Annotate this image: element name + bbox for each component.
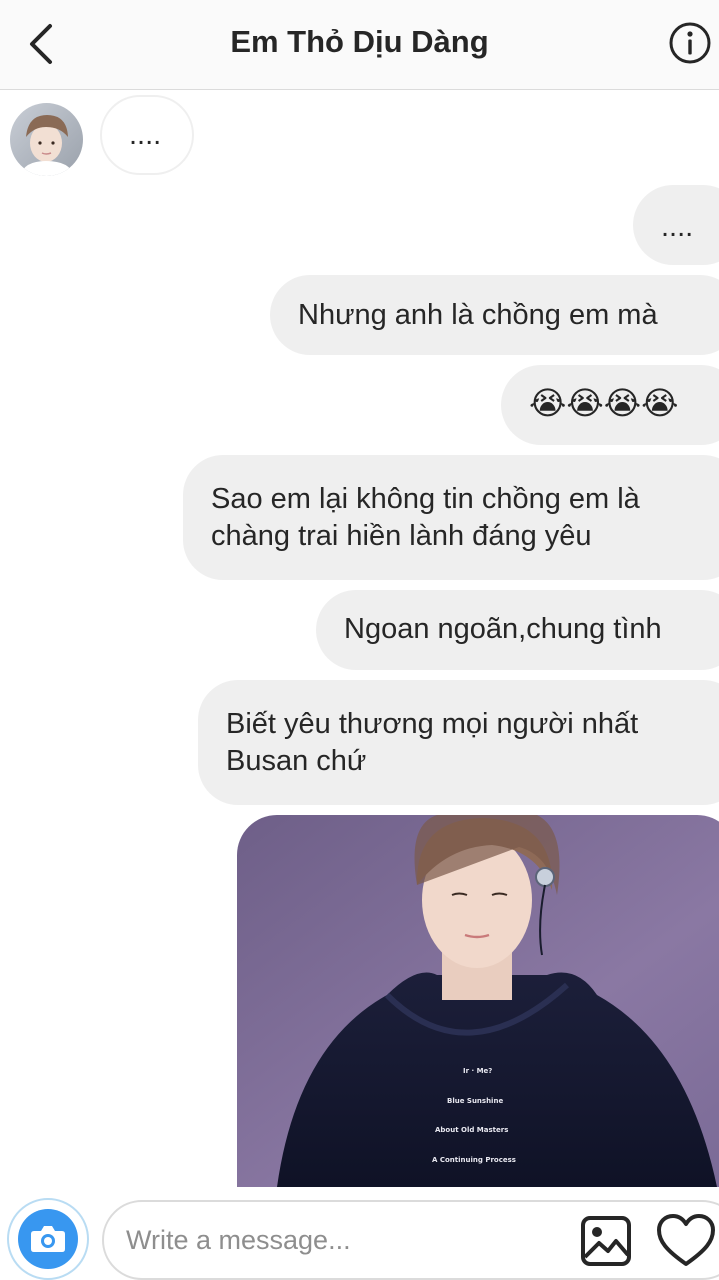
message-text: Ngoan ngoãn,chung tình — [344, 613, 662, 645]
camera-icon-background — [18, 1209, 78, 1269]
contact-avatar[interactable] — [10, 103, 83, 176]
message-text-line: Busan chứ — [226, 745, 367, 777]
message-text-line: Biết yêu thương mọi người nhất — [226, 708, 639, 740]
hoodie-print-line: Blue Sunshine — [447, 1097, 503, 1105]
message-input[interactable] — [126, 1220, 566, 1260]
message-text: 😭😭😭😭 — [529, 384, 679, 422]
outgoing-message[interactable]: Sao em lại không tin chồng em là chàng t… — [183, 455, 719, 580]
message-text: Nhưng anh là chồng em mà — [298, 299, 658, 331]
outgoing-message[interactable]: .... — [633, 185, 719, 265]
outgoing-message[interactable]: 😭😭😭😭 — [501, 365, 719, 445]
chat-header: Em Thỏ Dịu Dàng — [0, 0, 719, 90]
camera-button[interactable] — [7, 1198, 89, 1280]
message-text-line: Sao em lại không tin chồng em là — [211, 483, 640, 515]
incoming-message[interactable]: .... — [100, 95, 194, 175]
hoodie-print-line: About Old Masters — [435, 1126, 508, 1134]
hoodie-print-line: Ir · Me? — [463, 1067, 492, 1075]
outgoing-message[interactable]: Nhưng anh là chồng em mà — [270, 275, 719, 355]
hoodie-print-line: A Continuing Process — [432, 1156, 516, 1164]
message-text-line: chàng trai hiền lành đáng yêu — [211, 520, 592, 552]
outgoing-message[interactable]: Ngoan ngoãn,chung tình — [316, 590, 719, 670]
outgoing-message[interactable]: Biết yêu thương mọi người nhất Busan chứ — [198, 680, 719, 805]
heart-icon[interactable] — [656, 1213, 716, 1269]
photo-message[interactable]: Ir · Me? Blue Sunshine About Old Masters… — [237, 815, 719, 1187]
chat-title: Em Thỏ Dịu Dàng — [230, 24, 489, 59]
message-text: .... — [129, 119, 162, 151]
info-icon[interactable] — [668, 21, 712, 65]
message-text: .... — [661, 211, 694, 243]
image-icon[interactable] — [580, 1215, 632, 1267]
camera-icon — [31, 1226, 65, 1252]
